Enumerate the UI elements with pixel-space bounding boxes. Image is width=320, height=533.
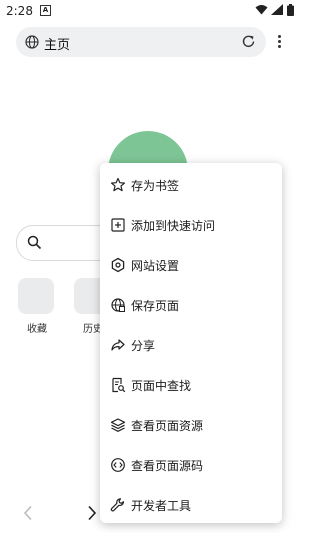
layers-icon (109, 416, 127, 434)
menu-item-developer-tools[interactable]: 开发者工具 (100, 485, 282, 525)
globe-save-icon (109, 296, 127, 314)
source-code-icon (109, 456, 127, 474)
status-time: 2:28 (6, 4, 33, 18)
more-options-icon[interactable] (274, 33, 284, 51)
find-in-page-icon (109, 376, 127, 394)
share-icon (109, 336, 127, 354)
menu-item-view-page-source[interactable]: 查看页面源码 (100, 445, 282, 485)
refresh-icon[interactable] (241, 34, 256, 49)
menu-item-label: 存为书签 (131, 178, 180, 193)
menu-item-label: 网站设置 (131, 258, 180, 273)
notification-icon: A (40, 5, 51, 16)
wrench-icon (109, 496, 127, 514)
globe-icon (25, 35, 39, 49)
menu-item-add-quick-access[interactable]: 添加到快速访问 (100, 205, 282, 245)
menu-item-label: 开发者工具 (131, 498, 192, 513)
menu-item-label: 查看页面源码 (131, 458, 204, 473)
shortcut-bookmarks-label: 收藏 (27, 324, 47, 335)
menu-item-save-page[interactable]: 保存页面 (100, 285, 282, 325)
hexagon-settings-icon (109, 256, 127, 274)
shortcut-bookmarks[interactable] (18, 278, 54, 314)
menu-item-site-settings[interactable]: 网站设置 (100, 245, 282, 285)
overflow-menu: 存为书签 添加到快速访问 网站设置 保存页面 分享 页面中查找 查看页面资源 查… (100, 163, 282, 523)
menu-item-label: 分享 (131, 338, 156, 353)
menu-item-label: 查看页面资源 (131, 418, 204, 433)
back-arrow-icon[interactable] (22, 505, 34, 521)
menu-item-label: 添加到快速访问 (131, 218, 216, 233)
signal-icon (271, 4, 283, 15)
menu-item-label: 保存页面 (131, 298, 180, 313)
menu-item-save-bookmark[interactable]: 存为书签 (100, 165, 282, 205)
menu-item-view-page-resources[interactable]: 查看页面资源 (100, 405, 282, 445)
add-box-icon (109, 216, 127, 234)
url-text[interactable]: 主页 (44, 34, 70, 53)
search-icon (27, 235, 42, 250)
address-bar[interactable]: 主页 (16, 27, 266, 57)
star-icon (109, 176, 127, 194)
status-bar: 2:28 A (0, 0, 300, 22)
menu-item-find-in-page[interactable]: 页面中查找 (100, 365, 282, 405)
menu-item-label: 页面中查找 (131, 378, 192, 393)
battery-icon (287, 4, 294, 16)
forward-arrow-icon[interactable] (86, 505, 98, 521)
menu-item-share[interactable]: 分享 (100, 325, 282, 365)
wifi-icon (255, 5, 268, 15)
